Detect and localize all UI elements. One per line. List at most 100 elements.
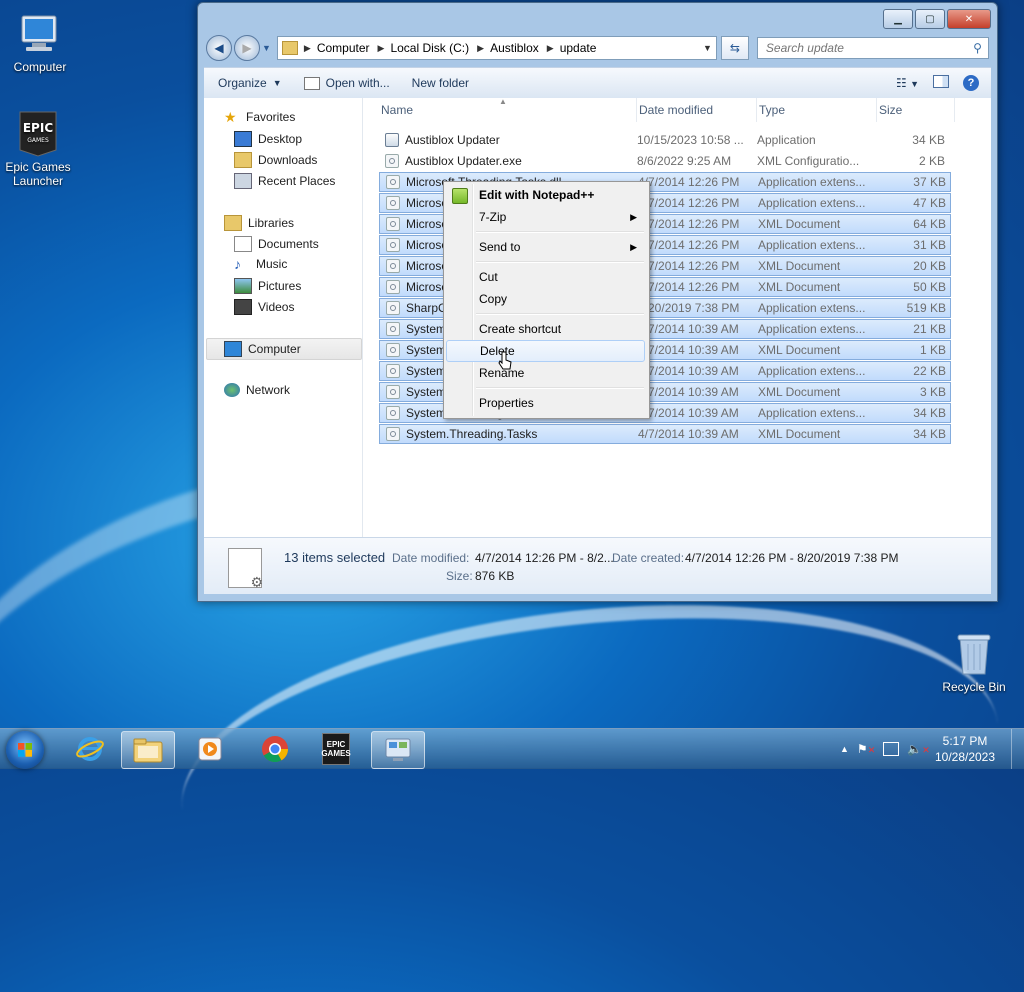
taskbar-media-player[interactable] [184,731,236,767]
clock[interactable]: 5:17 PM 10/28/2023 [928,733,1002,765]
submenu-arrow-icon: ▶ [630,242,637,252]
menu-copy[interactable]: Copy [446,288,645,310]
file-date: 4/7/2014 12:26 PM [638,238,740,252]
column-label: Date modified [639,103,714,117]
network-status-icon[interactable] [883,742,900,756]
nav-favorites[interactable]: ★ Favorites [224,110,295,124]
taskbar-epic-games[interactable]: EPIC GAMES [310,731,362,767]
refresh-button[interactable]: ⇆ [720,36,749,60]
file-row[interactable]: Austiblox Updater.exe 8/6/2022 9:25 AM XML… [379,151,951,171]
breadcrumb-arrow-icon: ▶ [477,42,485,53]
forward-button[interactable]: ▶ [234,35,260,61]
taskbar-control-panel[interactable] [371,731,425,769]
downloads-icon [234,152,252,168]
nav-pictures[interactable]: Pictures [234,278,301,294]
taskbar: EPIC GAMES ▲ ⚑✕ 🔈✕ 5:17 PM 10/28/2023 [0,728,1024,769]
breadcrumb-label: Local Disk (C:) [390,41,470,55]
close-button[interactable]: ✕ [947,9,991,29]
taskbar-chrome[interactable] [249,731,301,767]
nav-documents[interactable]: Documents [234,236,319,252]
nav-libraries[interactable]: Libraries [224,215,294,231]
nav-recent-places[interactable]: Recent Places [234,173,335,189]
nav-computer[interactable]: Computer [224,341,301,357]
menu-label: Edit with Notepad++ [479,188,595,202]
file-name: Austiblox Updater [405,133,500,147]
help-icon[interactable]: ? [963,75,979,91]
date-created-label: Date created: [612,551,685,565]
nav-label: Downloads [258,153,318,167]
menu-rename[interactable]: Rename [446,362,645,384]
media-player-icon [198,737,222,761]
menu-label: 7-Zip [479,210,507,224]
menu-label: Send to [479,240,521,254]
nav-music[interactable]: ♪ Music [234,257,287,271]
address-dropdown-icon[interactable]: ▼ [703,43,712,53]
network-icon [224,383,240,397]
file-icon [386,280,400,294]
application-icon [385,133,399,147]
file-type: Application extens... [758,196,866,210]
preview-pane-button[interactable] [933,75,949,91]
file-date: 4/7/2014 10:39 AM [638,322,739,336]
nav-label: Music [256,257,288,271]
recent-places-icon [234,173,252,189]
show-hidden-icons-icon[interactable]: ▲ [840,744,849,754]
taskbar-windows-explorer[interactable] [121,731,175,769]
file-icon [386,385,400,399]
search-box[interactable]: ⚲ [756,37,989,59]
column-size[interactable]: Size [877,98,955,122]
menu-cut[interactable]: Cut [446,266,645,288]
nav-label: Favorites [246,110,296,124]
column-date-modified[interactable]: Date modified [637,98,757,122]
nav-desktop[interactable]: Desktop [234,131,302,147]
file-icon [386,406,400,420]
nav-downloads[interactable]: Downloads [234,152,317,168]
nav-network[interactable]: Network [224,383,290,397]
star-icon: ★ [224,109,237,125]
column-name[interactable]: ▲ Name [379,97,637,122]
file-size: 1 KB [919,343,946,357]
maximize-button[interactable]: ▢ [915,9,945,29]
action-center-flag-icon[interactable]: ⚑✕ [857,742,875,756]
address-bar[interactable]: ▶ Computer ▶ Local Disk (C:) ▶ Austiblox ▶ u… [276,36,717,60]
menu-create-shortcut[interactable]: Create shortcut [446,318,645,340]
breadcrumb-computer[interactable]: ▶ Computer [304,41,370,55]
desktop-icon-recycle-bin[interactable]: Recycle Bin [936,630,1012,694]
file-size: 2 KB [918,154,945,168]
volume-muted-icon[interactable]: 🔈✕ [907,742,930,756]
cursor-hand-icon [498,351,512,370]
new-folder-button[interactable]: New folder [412,76,469,90]
menu-properties[interactable]: Properties [446,392,645,414]
back-button[interactable]: ◀ [206,35,232,61]
column-type[interactable]: Type [757,98,877,122]
start-button[interactable] [6,731,44,769]
menu-edit-with-notepadpp[interactable]: Edit with Notepad++ [446,184,645,206]
desktop-icon-label: Epic Games Launcher [5,160,71,188]
file-icon [386,427,400,441]
desktop-icon-epic-games[interactable]: EPIC GAMES Epic Games Launcher [0,110,76,188]
menu-send-to[interactable]: Send to ▶ [446,236,645,258]
svg-text:EPIC: EPIC [23,121,53,135]
minimize-button[interactable]: ▁ [883,9,913,29]
organize-button[interactable]: Organize ▼ [218,76,282,90]
search-input[interactable] [763,40,974,56]
recent-pages-dropdown[interactable]: ▼ [262,43,271,53]
file-type: XML Document [758,385,841,399]
file-row[interactable]: Austiblox Updater 10/15/2023 10:58 ... App… [379,130,951,150]
breadcrumb-local-disk[interactable]: ▶ Local Disk (C:) [378,41,470,55]
nav-label: Recent Places [258,174,336,188]
file-row[interactable]: System.Threading.Tasks 4/7/2014 10:39 AM X… [379,424,951,444]
open-with-button[interactable]: Open with... [303,76,390,90]
breadcrumb-update[interactable]: ▶ update [547,41,597,55]
change-view-button[interactable]: ☷ ▼ [896,76,919,90]
taskbar-internet-explorer[interactable] [64,731,116,767]
menu-7zip[interactable]: 7-Zip ▶ [446,206,645,228]
epic-games-icon: EPIC GAMES [14,110,62,158]
search-icon[interactable]: ⚲ [973,41,982,55]
file-size: 22 KB [913,364,946,378]
menu-delete[interactable]: Delete [446,340,645,362]
nav-videos[interactable]: Videos [234,299,294,315]
show-desktop-button[interactable] [1011,729,1024,769]
breadcrumb-austiblox[interactable]: ▶ Austiblox [477,41,539,55]
desktop-icon-computer[interactable]: Computer [2,10,78,74]
